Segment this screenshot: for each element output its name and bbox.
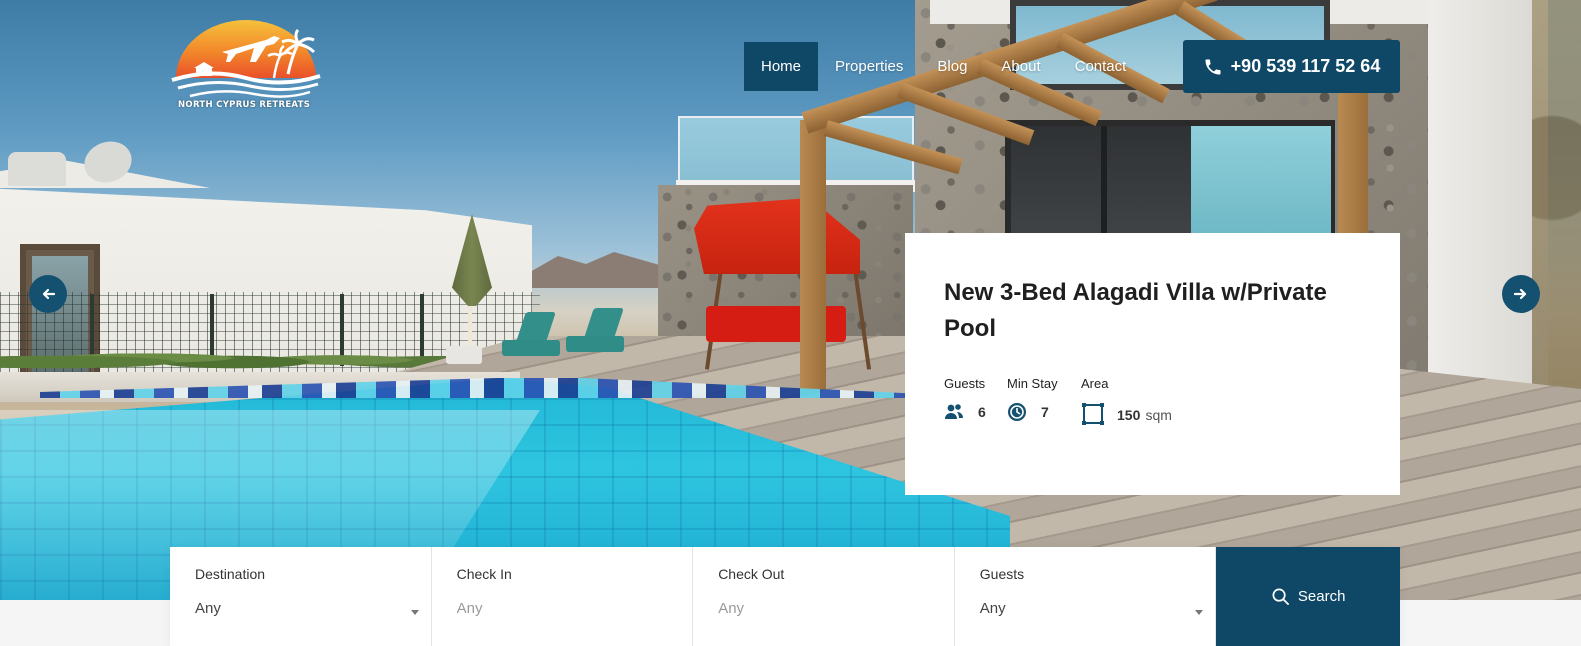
search-icon [1272,588,1289,605]
spec-guests-value: 6 [978,404,986,420]
slider-next-button[interactable] [1502,275,1540,313]
property-card[interactable]: New 3-Bed Alagadi Villa w/Private Pool G… [905,233,1400,495]
spec-area: Area 150 sqm [1081,376,1201,426]
nav-item-home[interactable]: Home [744,42,819,91]
nav-item-blog[interactable]: Blog [920,42,984,91]
nav-item-contact[interactable]: Contact [1058,42,1144,91]
guests-value: Any [979,600,1006,617]
villa-white-wall [1428,0,1548,410]
pergola-post [800,120,826,390]
destination-label: Destination [195,566,266,582]
check-out-input[interactable] [718,600,919,617]
spec-area-unit: sqm [1145,406,1172,423]
check-in-input[interactable] [456,600,657,617]
mountains [530,252,670,288]
check-out-field[interactable]: Check Out [693,547,955,646]
nav-item-about[interactable]: About [984,42,1057,91]
phone-button[interactable]: +90 539 117 52 64 [1183,40,1400,93]
slider-prev-button[interactable] [29,275,67,313]
phone-number: +90 539 117 52 64 [1230,56,1381,76]
users-icon [945,404,963,419]
guests-select[interactable]: Guests Any [955,547,1217,646]
chevron-down-icon [1195,610,1204,615]
destination-value: Any [195,600,221,617]
main-nav: Home Properties Blog About Contact [744,42,1143,91]
property-title[interactable]: New 3-Bed Alagadi Villa w/Private Pool [944,275,1364,347]
clock-icon [1008,403,1026,421]
spec-area-label: Area [1081,376,1109,391]
logo-text: NORTH CYPRUS RETREATS [178,100,311,110]
spec-min-stay: Min Stay 7 [1007,376,1081,426]
villa-balcony [678,116,914,188]
spec-min-stay-value: 7 [1041,404,1049,420]
search-button[interactable]: Search [1216,547,1401,646]
water-tank [8,152,66,186]
spec-area-value: 150 [1117,406,1141,423]
spec-guests-label: Guests [944,376,986,391]
check-in-field[interactable]: Check In [432,547,694,646]
guests-label: Guests [979,566,1025,582]
umbrella-base [446,346,482,364]
property-specs: Guests 6 Min Stay 7 Area 150 sqm [944,376,1201,426]
destination-select[interactable]: Destination Any [170,547,432,646]
check-out-label: Check Out [718,566,785,582]
search-button-label: Search [1297,588,1346,605]
booking-search-form: Destination Any Check In Check Out Guest… [170,547,1401,646]
sun-lounger [502,340,560,356]
arrow-right-icon [1513,288,1527,300]
arrow-left-icon [42,288,56,300]
spec-min-stay-label: Min Stay [1007,376,1058,391]
sun-lounger [566,336,624,352]
check-in-label: Check In [456,566,512,582]
nav-item-properties[interactable]: Properties [818,42,920,91]
phone-icon [1205,59,1221,74]
spec-guests: Guests 6 [944,376,1007,426]
area-icon [1082,403,1104,425]
chevron-down-icon [410,610,419,615]
climbing-plant [1532,0,1581,420]
